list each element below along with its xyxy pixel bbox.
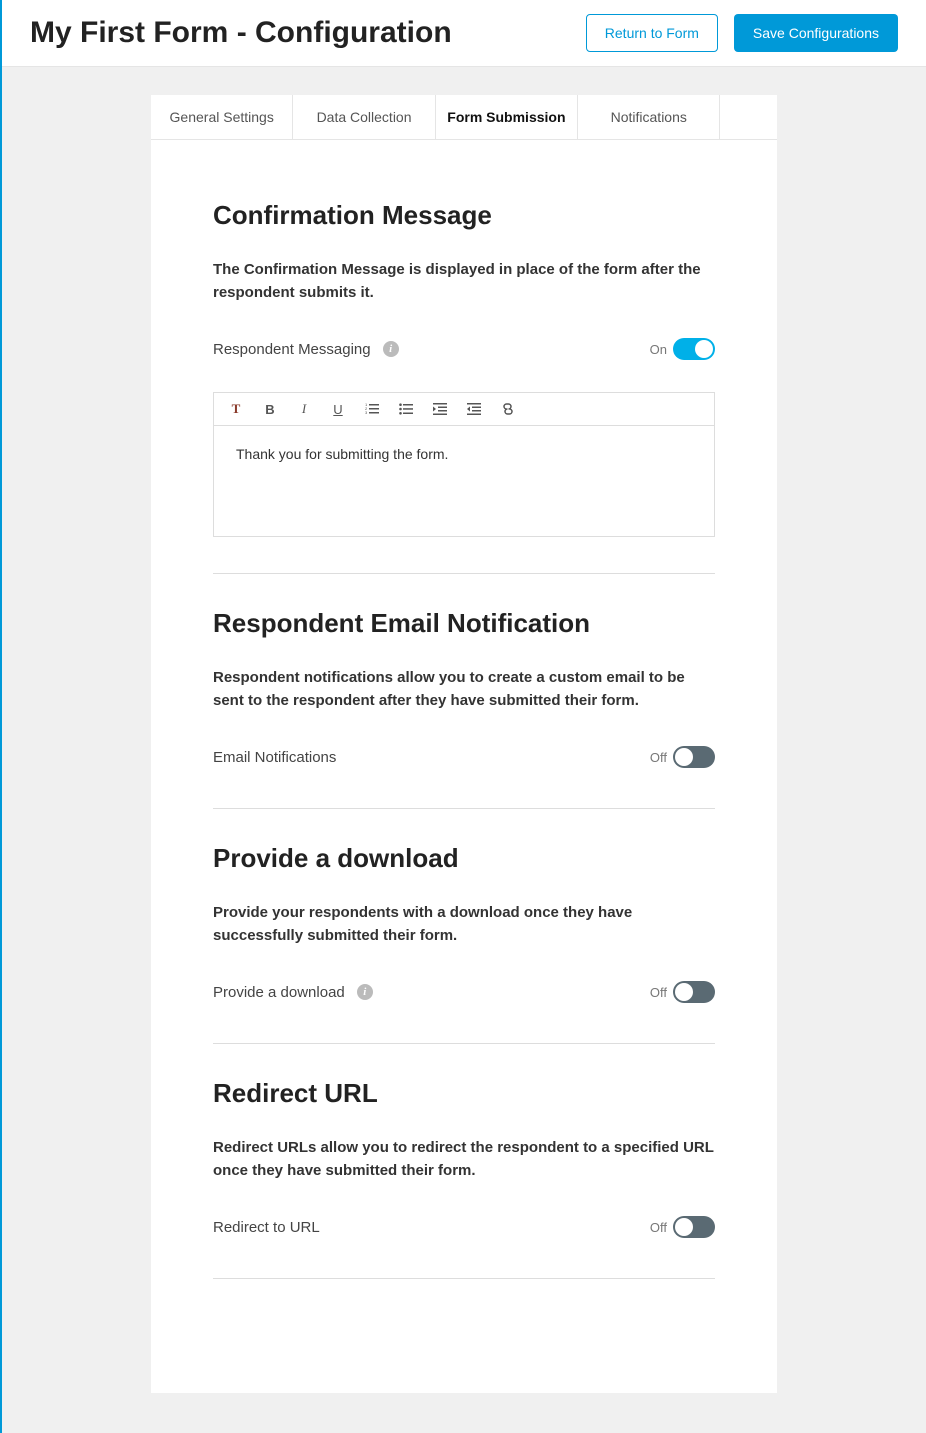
- ordered-list-icon[interactable]: 123: [364, 401, 380, 417]
- outdent-icon[interactable]: [466, 401, 482, 417]
- section-title-redirect: Redirect URL: [213, 1078, 715, 1109]
- section-redirect: Redirect URL Redirect URLs allow you to …: [213, 1078, 715, 1242]
- panel: Confirmation Message The Confirmation Me…: [151, 140, 777, 1393]
- italic-icon[interactable]: I: [296, 401, 312, 417]
- underline-icon[interactable]: U: [330, 401, 346, 417]
- email-notifications-label: Email Notifications: [213, 749, 336, 766]
- tab-notifications[interactable]: Notifications: [578, 95, 720, 139]
- divider: [213, 1043, 715, 1044]
- editor-content[interactable]: Thank you for submitting the form.: [214, 426, 714, 536]
- tabs: General Settings Data Collection Form Su…: [151, 95, 777, 140]
- toggle-state-download: Off: [650, 985, 667, 1000]
- option-label-wrap: Provide a download i: [213, 984, 373, 1001]
- section-email-notification: Respondent Email Notification Respondent…: [213, 608, 715, 772]
- section-desc-redirect: Redirect URLs allow you to redirect the …: [213, 1137, 715, 1182]
- page-header: My First Form - Configuration Return to …: [2, 0, 926, 67]
- toggle-state-email: Off: [650, 750, 667, 765]
- toggle-knob: [675, 748, 693, 766]
- section-title-download: Provide a download: [213, 843, 715, 874]
- save-configurations-button[interactable]: Save Configurations: [734, 14, 898, 52]
- section-title-confirmation: Confirmation Message: [213, 200, 715, 231]
- tab-general-settings[interactable]: General Settings: [151, 95, 293, 139]
- header-actions: Return to Form Save Configurations: [586, 14, 898, 52]
- tab-form-submission[interactable]: Form Submission: [436, 95, 578, 139]
- toggle-state-redirect: Off: [650, 1220, 667, 1235]
- divider: [213, 1278, 715, 1279]
- provide-download-label: Provide a download: [213, 984, 345, 1001]
- text-style-icon[interactable]: T: [228, 401, 244, 417]
- option-label-wrap: Email Notifications: [213, 749, 336, 766]
- option-provide-download: Provide a download i Off: [213, 977, 715, 1007]
- tab-data-collection[interactable]: Data Collection: [293, 95, 435, 139]
- info-icon[interactable]: i: [357, 984, 373, 1000]
- config-card: General Settings Data Collection Form Su…: [151, 95, 777, 1393]
- toggle-wrap: On: [650, 338, 715, 360]
- option-redirect-url: Redirect to URL Off: [213, 1212, 715, 1242]
- toggle-wrap: Off: [650, 1216, 715, 1238]
- toggle-provide-download[interactable]: [673, 981, 715, 1003]
- toggle-knob: [695, 340, 713, 358]
- tab-spacer: [720, 95, 777, 139]
- rich-text-editor: T B I U 123: [213, 392, 715, 537]
- toggle-redirect-url[interactable]: [673, 1216, 715, 1238]
- link-icon[interactable]: [500, 401, 516, 417]
- option-label-wrap: Respondent Messaging i: [213, 341, 399, 358]
- toggle-respondent-messaging[interactable]: [673, 338, 715, 360]
- toggle-wrap: Off: [650, 981, 715, 1003]
- section-title-email: Respondent Email Notification: [213, 608, 715, 639]
- redirect-url-label: Redirect to URL: [213, 1219, 320, 1236]
- section-desc-email: Respondent notifications allow you to cr…: [213, 667, 715, 712]
- return-to-form-button[interactable]: Return to Form: [586, 14, 718, 52]
- indent-icon[interactable]: [432, 401, 448, 417]
- option-respondent-messaging: Respondent Messaging i On: [213, 334, 715, 364]
- option-email-notifications: Email Notifications Off: [213, 742, 715, 772]
- divider: [213, 808, 715, 809]
- info-icon[interactable]: i: [383, 341, 399, 357]
- toggle-knob: [675, 1218, 693, 1236]
- section-download: Provide a download Provide your responde…: [213, 843, 715, 1007]
- bold-icon[interactable]: B: [262, 401, 278, 417]
- section-desc-download: Provide your respondents with a download…: [213, 902, 715, 947]
- svg-text:3: 3: [365, 410, 368, 415]
- toggle-knob: [675, 983, 693, 1001]
- toggle-state-respondent-messaging: On: [650, 342, 667, 357]
- section-desc-confirmation: The Confirmation Message is displayed in…: [213, 259, 715, 304]
- editor-toolbar: T B I U 123: [214, 393, 714, 426]
- page-title: My First Form - Configuration: [30, 16, 452, 50]
- toggle-wrap: Off: [650, 746, 715, 768]
- content-area: General Settings Data Collection Form Su…: [2, 67, 926, 1433]
- respondent-messaging-label: Respondent Messaging: [213, 341, 371, 358]
- section-confirmation: Confirmation Message The Confirmation Me…: [213, 200, 715, 537]
- unordered-list-icon[interactable]: [398, 401, 414, 417]
- option-label-wrap: Redirect to URL: [213, 1219, 320, 1236]
- toggle-email-notifications[interactable]: [673, 746, 715, 768]
- divider: [213, 573, 715, 574]
